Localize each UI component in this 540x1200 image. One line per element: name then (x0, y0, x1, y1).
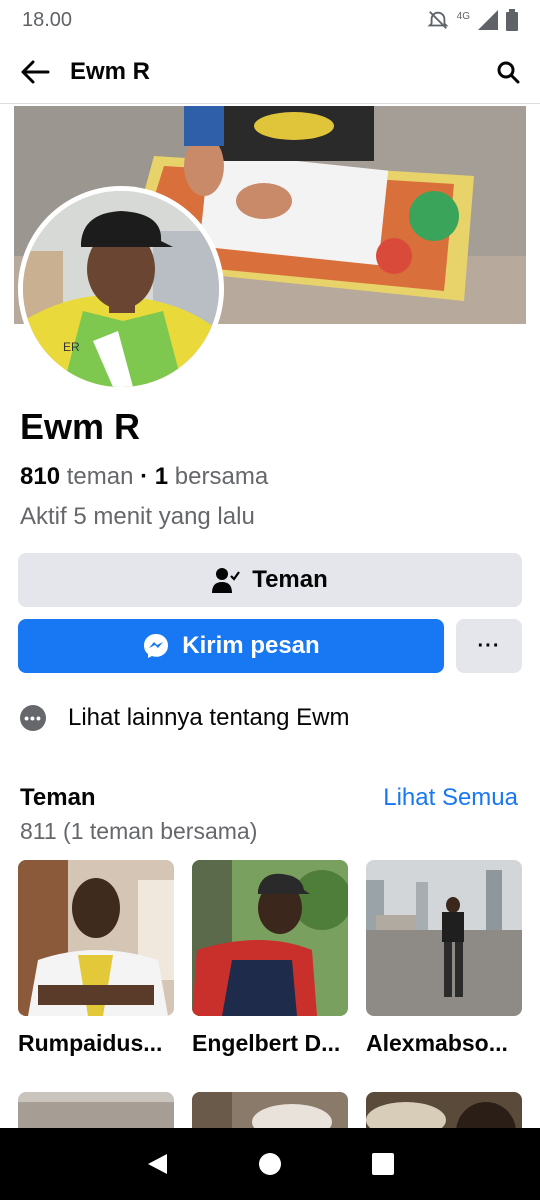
see-all-friends-link[interactable]: Lihat Semua (383, 784, 518, 812)
friend-check-icon (212, 568, 241, 593)
friend-name: Alexmabso... (366, 1030, 508, 1056)
system-nav-bar (0, 1128, 540, 1200)
search-icon (497, 61, 520, 83)
friend-card-partial[interactable] (18, 1092, 174, 1132)
mutual-label: bersama (174, 463, 269, 490)
profile-name: Ewm R (20, 406, 141, 447)
friend-count: 810 (20, 463, 61, 490)
messenger-icon (144, 634, 169, 658)
back-button[interactable] (0, 40, 70, 104)
more-circle-icon: ••• (20, 705, 46, 731)
nav-back-icon[interactable] (145, 1152, 169, 1176)
app-bar: Ewm R (0, 40, 540, 104)
friend-card-partial[interactable] (192, 1092, 348, 1132)
friend-photo (192, 860, 348, 1016)
arrow-left-icon (21, 60, 50, 83)
friend-button[interactable]: Teman (18, 553, 522, 607)
send-message-label: Kirim pesan (182, 632, 320, 659)
status-icons: 4G (427, 9, 518, 31)
friend-photo (366, 860, 522, 1016)
friend-button-label: Teman (252, 566, 328, 593)
status-bar: 18.00 4G (0, 0, 540, 40)
friend-stats: 810 teman · 1 bersama (20, 463, 268, 491)
more-options-button[interactable]: ··· (456, 619, 522, 673)
search-button[interactable] (476, 40, 540, 104)
friends-count: 811 (1 teman bersama) (20, 818, 258, 844)
signal-icon (478, 10, 498, 30)
svg-text:ER: ER (63, 340, 80, 354)
see-more-about-label: Lihat lainnya tentang Ewm (68, 704, 350, 731)
stats-separator: · (140, 463, 149, 490)
page-title: Ewm R (70, 57, 151, 85)
friend-photo (18, 860, 174, 1016)
status-time: 18.00 (22, 8, 73, 31)
friends-section-title: Teman (20, 784, 96, 811)
nav-home-icon[interactable] (258, 1152, 282, 1176)
friend-card-partial[interactable] (366, 1092, 522, 1132)
friend-card[interactable]: Engelbert D... (192, 860, 348, 1057)
more-dots-icon: ··· (477, 634, 501, 657)
send-message-button[interactable]: Kirim pesan (18, 619, 444, 673)
friend-card[interactable]: Rumpaidus... (18, 860, 174, 1057)
nav-recents-icon[interactable] (371, 1152, 395, 1176)
friend-name: Engelbert D... (192, 1030, 341, 1056)
network-type: 4G (456, 11, 470, 22)
avatar-image: ER (23, 191, 219, 387)
activity-status: Aktif 5 menit yang lalu (20, 503, 255, 530)
alarm-off-icon (427, 11, 449, 29)
profile-avatar[interactable]: ER (18, 186, 224, 392)
friend-name: Rumpaidus... (18, 1030, 163, 1056)
mutual-count: 1 (154, 463, 169, 490)
battery-icon (506, 9, 518, 31)
friend-label: teman (66, 463, 134, 490)
see-more-about-row[interactable]: ••• Lihat lainnya tentang Ewm (20, 704, 350, 732)
friend-card[interactable]: Alexmabso... (366, 860, 522, 1057)
